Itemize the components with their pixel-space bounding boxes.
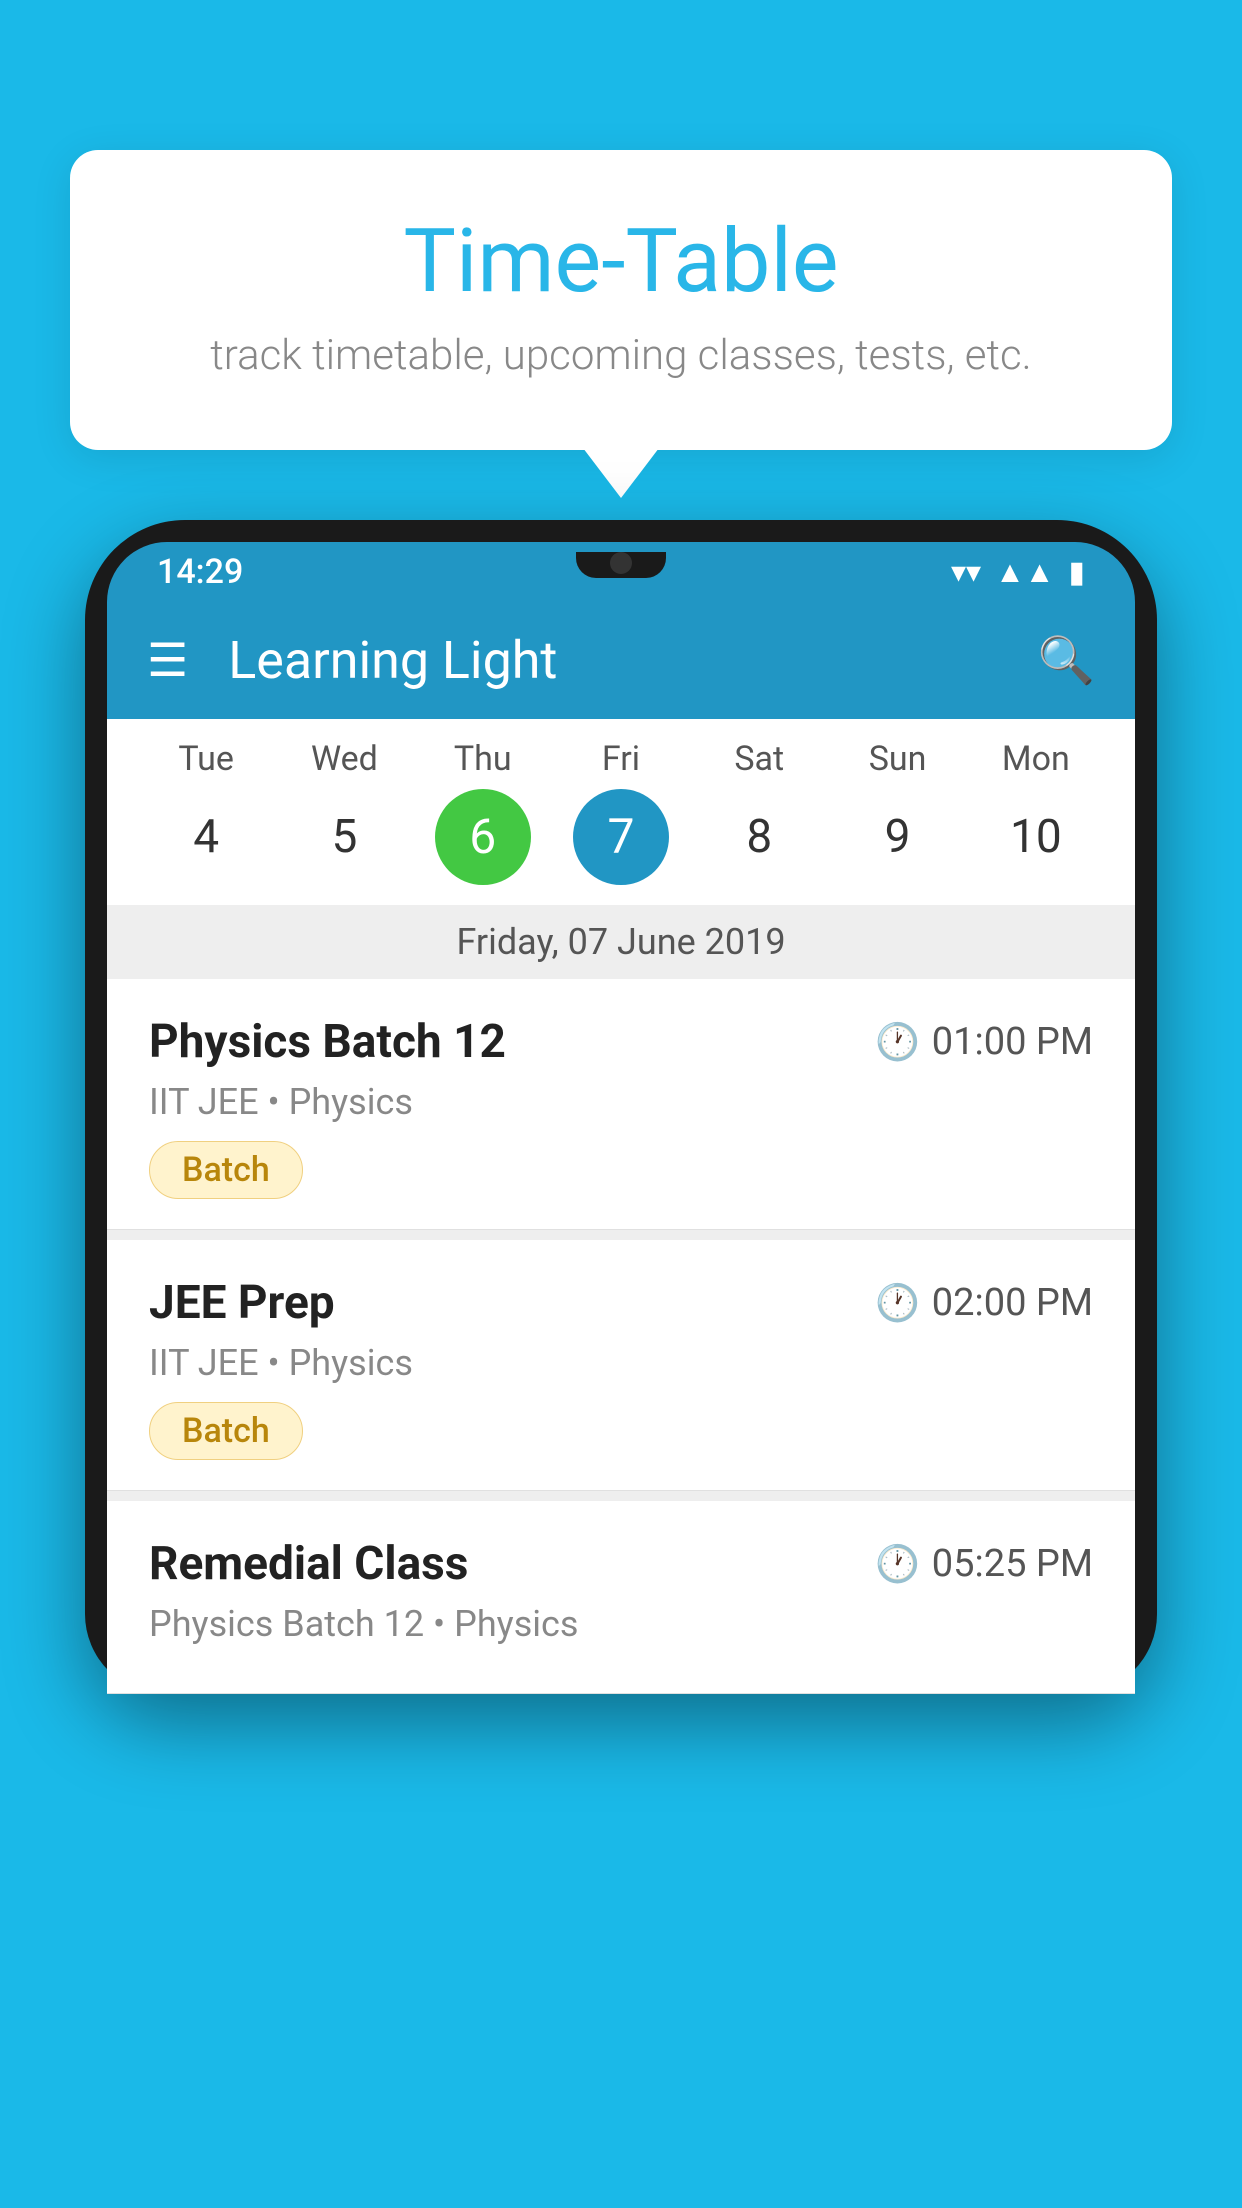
- class-card-1[interactable]: Physics Batch 12 🕐 01:00 PM IIT JEE • Ph…: [107, 979, 1135, 1230]
- class-time-2: 🕐 02:00 PM: [875, 1281, 1093, 1325]
- class-time-1: 🕐 01:00 PM: [875, 1020, 1093, 1064]
- battery-icon: ▮: [1068, 555, 1085, 590]
- notch-area: [576, 550, 666, 578]
- clock-icon-1: 🕐: [875, 1021, 920, 1063]
- clock-icon-2: 🕐: [875, 1282, 920, 1324]
- divider-2: [107, 1491, 1135, 1501]
- app-screen: ☰ Learning Light 🔍 Tue Wed Thu Fri Sat S…: [107, 602, 1135, 1694]
- day-5-wrapper[interactable]: 5: [284, 802, 404, 872]
- notch-cutout: [576, 552, 666, 578]
- class-card-2[interactable]: JEE Prep 🕐 02:00 PM IIT JEE • Physics Ba…: [107, 1240, 1135, 1491]
- clock-icon-3: 🕐: [875, 1543, 920, 1585]
- day-header-thu: Thu: [423, 739, 543, 779]
- day-number-8: 8: [699, 802, 819, 872]
- day-8-wrapper[interactable]: 8: [699, 802, 819, 872]
- class-name-2: JEE Prep: [149, 1276, 335, 1330]
- status-icons: ▾▾ ▲▲ ▮: [951, 555, 1085, 590]
- class-meta-3: Physics Batch 12 • Physics: [149, 1603, 1093, 1645]
- calendar-week: Tue Wed Thu Fri Sat Sun Mon 4 5: [107, 719, 1135, 905]
- tooltip-card: Time-Table track timetable, upcoming cla…: [70, 150, 1172, 450]
- day-number-6-today: 6: [435, 789, 531, 885]
- signal-icon: ▲▲: [995, 555, 1054, 590]
- day-header-tue: Tue: [146, 739, 266, 779]
- day-number-10: 10: [976, 802, 1096, 872]
- wifi-icon: ▾▾: [951, 555, 981, 590]
- day-numbers: 4 5 6 7 8 9: [137, 789, 1105, 895]
- hamburger-icon[interactable]: ☰: [147, 633, 188, 688]
- day-header-sat: Sat: [699, 739, 819, 779]
- day-7-wrapper[interactable]: 7: [561, 789, 681, 885]
- day-9-wrapper[interactable]: 9: [838, 802, 958, 872]
- day-number-5: 5: [284, 802, 404, 872]
- class-card-2-header: JEE Prep 🕐 02:00 PM: [149, 1276, 1093, 1330]
- day-6-wrapper[interactable]: 6: [423, 789, 543, 885]
- day-10-wrapper[interactable]: 10: [976, 802, 1096, 872]
- class-time-3: 🕐 05:25 PM: [875, 1542, 1093, 1586]
- status-time: 14:29: [157, 552, 243, 592]
- divider-1: [107, 1230, 1135, 1240]
- search-icon[interactable]: 🔍: [1038, 634, 1095, 688]
- day-header-sun: Sun: [838, 739, 958, 779]
- day-header-wed: Wed: [284, 739, 404, 779]
- class-name-1: Physics Batch 12: [149, 1015, 506, 1069]
- day-number-4: 4: [146, 802, 266, 872]
- day-header-mon: Mon: [976, 739, 1096, 779]
- class-card-1-header: Physics Batch 12 🕐 01:00 PM: [149, 1015, 1093, 1069]
- class-name-3: Remedial Class: [149, 1537, 468, 1591]
- app-title: Learning Light: [228, 630, 997, 691]
- day-header-fri: Fri: [561, 739, 681, 779]
- day-4-wrapper[interactable]: 4: [146, 802, 266, 872]
- batch-badge-1: Batch: [149, 1141, 303, 1199]
- day-number-7-selected: 7: [573, 789, 669, 885]
- class-meta-2: IIT JEE • Physics: [149, 1342, 1093, 1384]
- camera-dot: [610, 552, 632, 574]
- batch-badge-2: Batch: [149, 1402, 303, 1460]
- phone-mockup: 14:29 ▾▾ ▲▲ ▮ ☰ Learning Light 🔍: [85, 520, 1157, 2208]
- phone-outer: 14:29 ▾▾ ▲▲ ▮ ☰ Learning Light 🔍: [85, 520, 1157, 1694]
- class-meta-1: IIT JEE • Physics: [149, 1081, 1093, 1123]
- selected-date-label: Friday, 07 June 2019: [107, 905, 1135, 979]
- day-number-9: 9: [838, 802, 958, 872]
- app-toolbar: ☰ Learning Light 🔍: [107, 602, 1135, 719]
- status-bar: 14:29 ▾▾ ▲▲ ▮: [107, 542, 1135, 602]
- day-headers: Tue Wed Thu Fri Sat Sun Mon: [137, 739, 1105, 779]
- class-card-3[interactable]: Remedial Class 🕐 05:25 PM Physics Batch …: [107, 1501, 1135, 1694]
- class-card-3-header: Remedial Class 🕐 05:25 PM: [149, 1537, 1093, 1591]
- tooltip-title: Time-Table: [150, 210, 1092, 313]
- tooltip-subtitle: track timetable, upcoming classes, tests…: [150, 331, 1092, 380]
